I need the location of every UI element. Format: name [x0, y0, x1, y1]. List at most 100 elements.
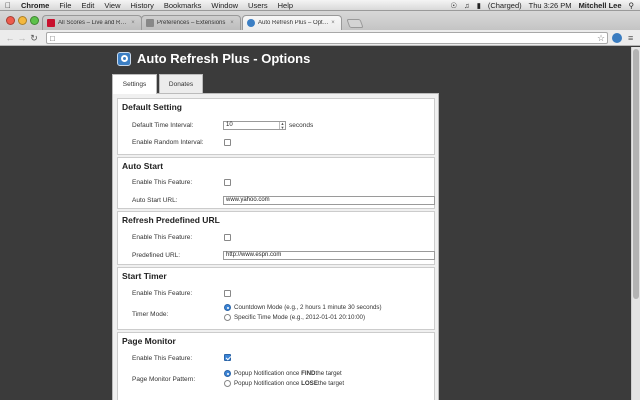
menu-users[interactable]: Users: [243, 1, 273, 10]
zoom-window-button[interactable]: [30, 16, 39, 25]
browser-tab-title: All Scores – Live and Recent: [58, 20, 129, 26]
default-interval-label: Default Time Interval:: [132, 122, 194, 129]
menu-app-chrome[interactable]: Chrome: [16, 1, 54, 10]
countdown-mode-radio[interactable]: [224, 304, 231, 311]
scrollbar-thumb[interactable]: [633, 49, 639, 299]
battery-icon[interactable]: ▮: [477, 1, 481, 10]
close-tab-icon[interactable]: ×: [329, 20, 337, 26]
volume-icon[interactable]: ♫: [464, 1, 470, 10]
wrench-favicon-icon: [146, 19, 154, 27]
new-tab-button[interactable]: [346, 19, 364, 28]
bookmark-star-icon[interactable]: ☆: [597, 33, 605, 44]
timer-enable-checkbox[interactable]: [224, 290, 231, 297]
menu-file[interactable]: File: [54, 1, 76, 10]
lose-target-radio[interactable]: [224, 380, 231, 387]
auto-start-url-input[interactable]: www.yahoo.com: [223, 196, 435, 205]
timer-enable-label: Enable This Feature:: [132, 290, 193, 297]
address-bar[interactable]: □: [46, 32, 608, 44]
menu-extras: ☉ ♫ ▮ (Charged) Thu 3:26 PM Mitchell Lee…: [450, 1, 640, 10]
lose-target-option[interactable]: Popup Notification once LOSE the target: [224, 380, 344, 387]
menu-bar:  Chrome File Edit View History Bookmark…: [0, 0, 640, 11]
section-title: Start Timer: [122, 271, 167, 281]
predefined-url-input[interactable]: http://www.espn.com: [223, 251, 435, 260]
tab-settings[interactable]: Settings: [112, 74, 157, 94]
random-interval-label: Enable Random Interval:: [132, 139, 204, 146]
tab-donates[interactable]: Donates: [159, 74, 203, 93]
chrome-menu-icon[interactable]: ≡: [628, 33, 633, 43]
specific-time-mode-option[interactable]: Specific Time Mode (e.g., 2012-01-01 20:…: [224, 314, 365, 321]
page-scrollbar[interactable]: [631, 47, 640, 400]
page-icon: □: [50, 34, 55, 43]
menu-window[interactable]: Window: [206, 1, 243, 10]
auto-refresh-favicon-icon: [247, 19, 255, 27]
find-suffix: the target: [315, 370, 342, 377]
section-title: Default Setting: [122, 102, 182, 112]
find-target-option[interactable]: Popup Notification once FIND the target: [224, 370, 342, 377]
lose-keyword: LOSE: [301, 380, 318, 387]
settings-panel: Default Setting Default Time Interval: 1…: [112, 93, 439, 400]
predefined-url-label: Predefined URL:: [132, 252, 181, 259]
section-auto-start: Auto Start Enable This Feature: Auto Sta…: [117, 157, 435, 209]
lose-prefix: Popup Notification once: [234, 380, 300, 387]
forward-arrow-icon[interactable]: →: [16, 32, 28, 44]
auto-refresh-logo-icon: [117, 51, 131, 66]
auto-start-url-label: Auto Start URL:: [132, 197, 178, 204]
section-start-timer: Start Timer Enable This Feature: Timer M…: [117, 267, 435, 330]
browser-tab-title: Preferences – Extensions: [157, 20, 226, 26]
menu-edit[interactable]: Edit: [76, 1, 99, 10]
browser-tab-extensions[interactable]: Preferences – Extensions ×: [141, 15, 241, 30]
specific-time-mode-radio[interactable]: [224, 314, 231, 321]
auto-start-enable-checkbox[interactable]: [224, 179, 231, 186]
reload-icon[interactable]: ↻: [28, 32, 40, 44]
auto-refresh-extension-icon[interactable]: [612, 33, 622, 43]
find-prefix: Popup Notification once: [234, 370, 300, 377]
predefined-enable-checkbox[interactable]: [224, 234, 231, 241]
section-page-monitor: Page Monitor Enable This Feature: Page M…: [117, 332, 435, 400]
battery-status: (Charged): [487, 0, 522, 10]
specific-time-mode-label: Specific Time Mode (e.g., 2012-01-01 20:…: [234, 314, 366, 321]
find-keyword: FIND: [301, 370, 316, 377]
countdown-mode-label: Countdown Mode (e.g., 2 hours 1 minute 3…: [234, 304, 382, 311]
close-tab-icon[interactable]: ×: [129, 20, 137, 26]
section-title: Auto Start: [122, 161, 164, 171]
spotlight-icon[interactable]: ⚲: [629, 1, 635, 10]
section-title: Page Monitor: [122, 336, 176, 346]
interval-unit-label: seconds: [289, 122, 314, 129]
section-default-setting: Default Setting Default Time Interval: 1…: [117, 98, 435, 155]
page-content: Auto Refresh Plus - Options Settings Don…: [0, 47, 631, 400]
close-tab-icon[interactable]: ×: [228, 20, 236, 26]
timer-mode-label: Timer Mode:: [132, 311, 169, 318]
countdown-mode-option[interactable]: Countdown Mode (e.g., 2 hours 1 minute 3…: [224, 304, 382, 311]
menu-help[interactable]: Help: [273, 1, 298, 10]
section-title: Refresh Predefined URL: [122, 215, 220, 225]
menu-view[interactable]: View: [99, 1, 125, 10]
wifi-icon[interactable]: ☉: [450, 1, 457, 10]
browser-tab-title: Auto Refresh Plus – Options: [258, 20, 329, 26]
page-title: Auto Refresh Plus - Options: [137, 51, 311, 66]
minimize-window-button[interactable]: [18, 16, 27, 25]
monitor-enable-label: Enable This Feature:: [132, 355, 193, 362]
browser-tab-auto-refresh[interactable]: Auto Refresh Plus – Options ×: [242, 15, 342, 30]
back-arrow-icon[interactable]: ←: [4, 32, 16, 44]
lose-suffix: the target: [317, 380, 345, 387]
user-name[interactable]: Mitchell Lee: [579, 1, 622, 10]
spinner-arrows-icon[interactable]: ▲ ▼: [279, 122, 285, 129]
clock[interactable]: Thu 3:26 PM: [529, 1, 572, 10]
espn-favicon-icon: [47, 19, 55, 27]
monitor-enable-checkbox[interactable]: [224, 354, 231, 361]
predefined-enable-label: Enable This Feature:: [132, 234, 193, 241]
apple-menu-icon[interactable]: : [0, 1, 16, 10]
menu-history[interactable]: History: [126, 1, 159, 10]
menu-bookmarks[interactable]: Bookmarks: [159, 1, 207, 10]
auto-start-enable-label: Enable This Feature:: [132, 179, 193, 186]
browser-tab-strip: All Scores – Live and Recent × Preferenc…: [0, 11, 640, 30]
close-window-button[interactable]: [6, 16, 15, 25]
browser-tab-scores[interactable]: All Scores – Live and Recent ×: [42, 15, 142, 30]
default-interval-value: 10: [226, 122, 233, 128]
random-interval-checkbox[interactable]: [224, 139, 231, 146]
monitor-pattern-label: Page Monitor Pattern:: [132, 376, 196, 383]
section-predefined-url: Refresh Predefined URL Enable This Featu…: [117, 211, 435, 265]
browser-toolbar: ← → ↻ □ ☆ ≡: [0, 30, 640, 46]
find-target-radio[interactable]: [224, 370, 231, 377]
default-interval-input[interactable]: 10 ▲ ▼: [223, 121, 286, 130]
